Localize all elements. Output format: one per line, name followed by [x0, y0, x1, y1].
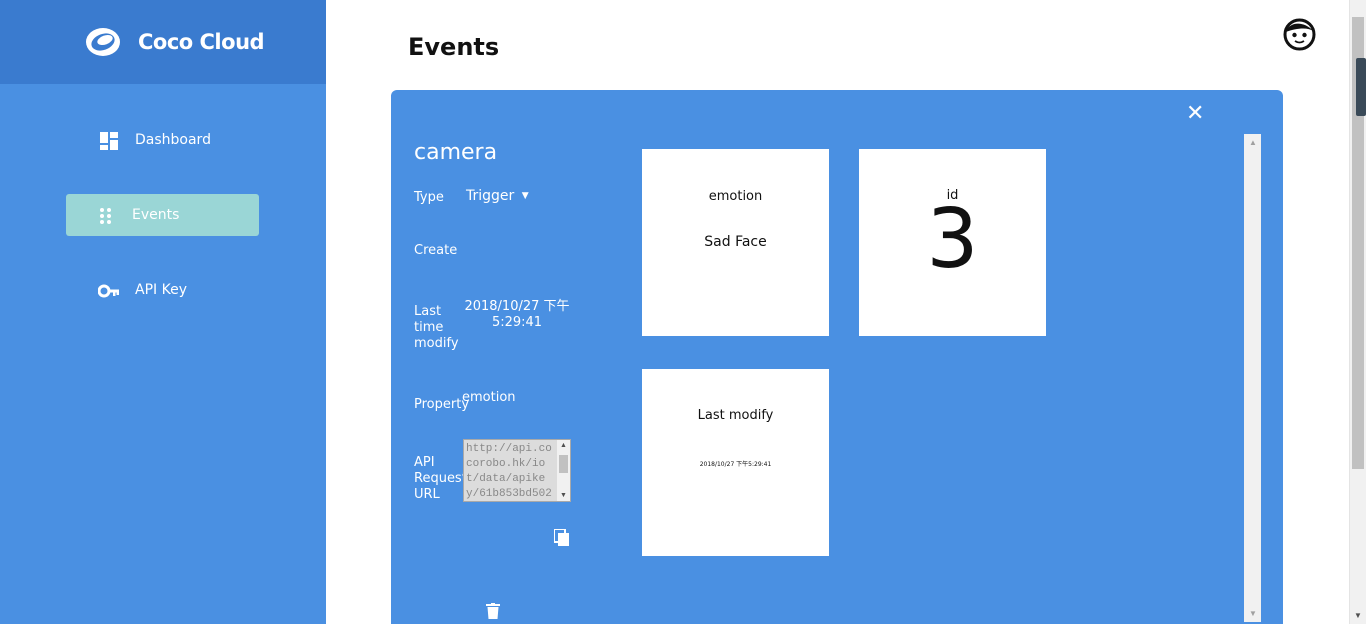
grid-dots-icon: [100, 208, 111, 224]
avatar-face-icon[interactable]: [1283, 18, 1316, 51]
scroll-down-arrow-icon[interactable]: ▼: [1354, 611, 1362, 620]
property-value: emotion: [462, 390, 516, 405]
sidebar-item-label: API Key: [135, 282, 187, 298]
tile-title: Last modify: [697, 408, 774, 423]
api-url-textarea[interactable]: http://api.cocorobo.hk/iot/data/apikey/6…: [463, 439, 571, 502]
url-scrollbar[interactable]: ▲ ▼: [557, 440, 570, 501]
create-label: Create: [414, 243, 458, 258]
tile-value: 3: [926, 192, 979, 287]
property-label: Property: [414, 397, 470, 412]
trash-icon[interactable]: [486, 603, 500, 619]
dashboard-icon: [100, 132, 118, 150]
tile-value: 2018/10/27 下午5:29:41: [699, 461, 772, 468]
scroll-down-arrow-icon[interactable]: ▼: [560, 492, 567, 499]
api-url-value: http://api.cocorobo.hk/iot/data/apikey/6…: [466, 443, 552, 500]
side-gadget: [1356, 58, 1366, 116]
type-label: Type: [414, 190, 444, 205]
tile-emotion[interactable]: emotion Sad Face: [642, 149, 829, 336]
tile-id[interactable]: id 3: [859, 149, 1046, 336]
coco-logo-icon: [86, 28, 120, 56]
url-label: API Request URL: [414, 455, 467, 502]
sidebar-item-events[interactable]: Events: [66, 194, 259, 236]
type-value: Trigger: [466, 188, 515, 204]
copy-icon[interactable]: [554, 529, 570, 547]
close-icon[interactable]: ✕: [1186, 102, 1204, 124]
tile-last-modify[interactable]: Last modify 2018/10/27 下午5:29:41: [642, 369, 829, 556]
sidebar-item-dashboard[interactable]: Dashboard: [66, 119, 259, 161]
key-icon: [98, 284, 119, 298]
tile-value: Sad Face: [704, 234, 767, 250]
event-card: ✕ camera Type Trigger ▼ Create Last time…: [391, 90, 1283, 624]
card-scrollbar[interactable]: ▲ ▼: [1244, 134, 1261, 622]
page-title: Events: [408, 33, 500, 61]
url-scrollbar-thumb[interactable]: [559, 455, 568, 473]
modify-label: Last time modify: [414, 304, 459, 351]
brand-name[interactable]: Coco Cloud: [138, 30, 265, 54]
sidebar: Coco Cloud Dashboard Events API Key: [0, 0, 326, 624]
sidebar-item-label: Dashboard: [135, 132, 211, 148]
sidebar-item-label: Events: [132, 207, 180, 223]
tile-title: emotion: [708, 189, 763, 204]
modify-value: 2018/10/27 下午5:29:41: [464, 299, 570, 330]
scroll-up-arrow-icon[interactable]: ▲: [1249, 138, 1257, 147]
device-name: camera: [414, 140, 498, 165]
type-select[interactable]: Trigger ▼: [466, 188, 529, 204]
scroll-down-arrow-icon[interactable]: ▼: [1249, 609, 1257, 618]
dropdown-caret-icon: ▼: [521, 191, 529, 201]
scroll-up-arrow-icon[interactable]: ▲: [560, 442, 567, 449]
brand-bar: Coco Cloud: [0, 0, 326, 84]
sidebar-item-api-key[interactable]: API Key: [66, 269, 259, 311]
